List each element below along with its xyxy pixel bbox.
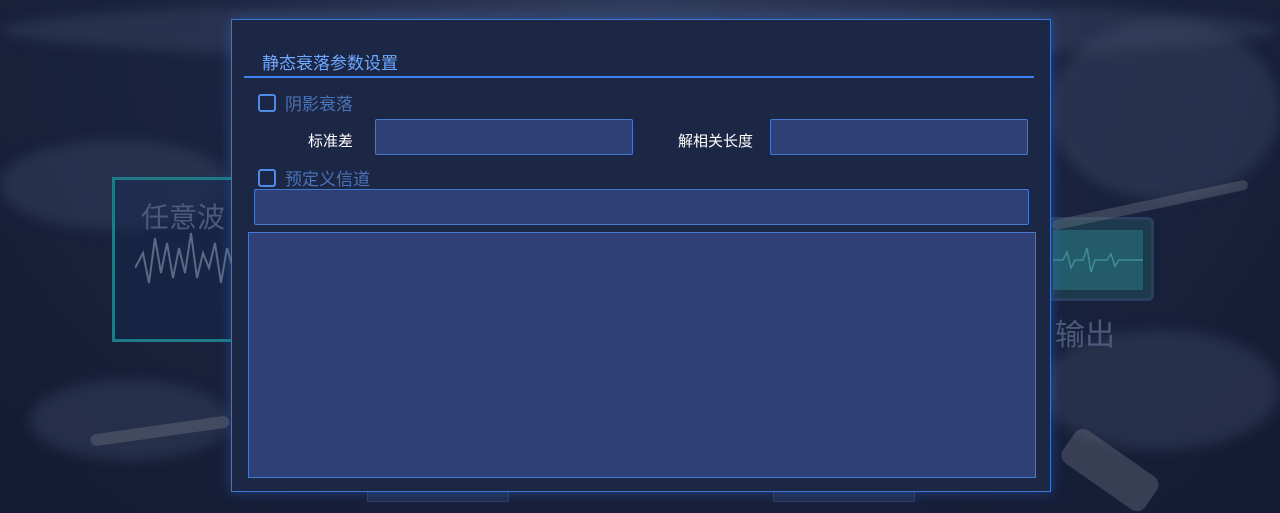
shadow-fading-option[interactable]: 阴影衰落 xyxy=(258,90,353,115)
predefined-channel-checkbox[interactable] xyxy=(258,168,276,187)
static-fading-settings-dialog: 静态衰落参数设置 阴影衰落 标准差 解相关长度 预定义信道 xyxy=(231,19,1051,492)
background-output-label: 输出 xyxy=(1055,318,1115,353)
oscilloscope-icon xyxy=(1053,230,1143,290)
channel-details-area[interactable] xyxy=(248,232,1036,478)
std-dev-input[interactable] xyxy=(375,119,633,155)
predefined-channel-option[interactable]: 预定义信道 xyxy=(258,165,370,190)
shadow-fading-label: 阴影衰落 xyxy=(285,95,353,115)
std-dev-label: 标准差 xyxy=(308,132,354,150)
shadow-fading-checkbox[interactable] xyxy=(258,93,276,112)
predefined-channel-label: 预定义信道 xyxy=(285,170,370,190)
decorrelation-length-input[interactable] xyxy=(770,119,1028,155)
waveform-icon xyxy=(135,232,245,284)
title-divider xyxy=(244,76,1034,78)
predefined-channel-select[interactable] xyxy=(254,189,1029,225)
decorrelation-length-label: 解相关长度 xyxy=(678,132,754,150)
dialog-title: 静态衰落参数设置 xyxy=(262,54,398,74)
